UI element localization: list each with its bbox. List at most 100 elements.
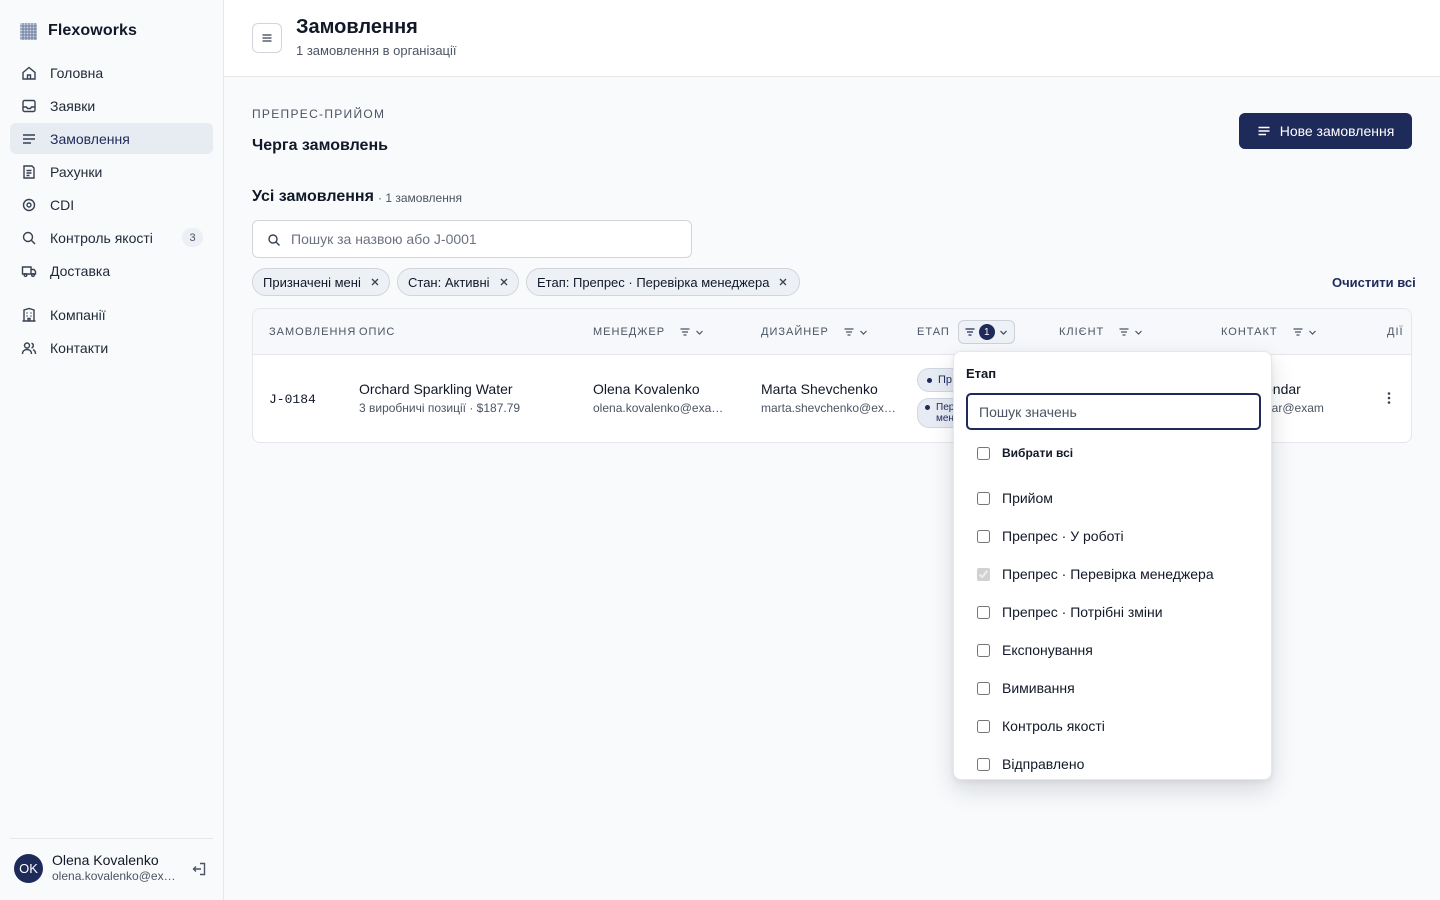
stage-filter-button[interactable]: 1 bbox=[957, 320, 1015, 344]
new-order-button[interactable]: Нове замовлення bbox=[1239, 113, 1412, 149]
popover-search-input[interactable] bbox=[966, 393, 1261, 430]
sidebar-item-delivery[interactable]: Доставка bbox=[10, 255, 213, 286]
page-title: Замовлення bbox=[296, 16, 418, 38]
sidebar-item-orders[interactable]: Замовлення bbox=[10, 123, 213, 154]
filter-count-badge: 1 bbox=[978, 324, 995, 340]
checkbox[interactable] bbox=[977, 719, 990, 733]
stage-option[interactable]: Препрес · У роботі bbox=[977, 528, 1124, 544]
sidebar-item-label: CDI bbox=[50, 196, 75, 213]
sidebar-item-label: Доставка bbox=[50, 262, 111, 279]
search-input[interactable] bbox=[291, 229, 681, 249]
toggle-sidebar-button[interactable] bbox=[252, 23, 282, 53]
chevron-down-icon[interactable] bbox=[1134, 328, 1143, 337]
filter-chip-assigned[interactable]: Призначені мені bbox=[252, 268, 390, 296]
designer-name: Marta Shevchenko bbox=[761, 381, 878, 397]
filter-icon[interactable] bbox=[843, 326, 855, 338]
chevron-down-icon[interactable] bbox=[859, 328, 868, 337]
building-icon bbox=[22, 307, 36, 322]
list-title: Усі замовлення bbox=[252, 188, 374, 205]
close-icon[interactable] bbox=[370, 277, 380, 287]
designer-cell: Marta Shevchenko marta.shevchenko@exampl… bbox=[761, 381, 901, 415]
stage-option[interactable]: Вимивання bbox=[977, 680, 1075, 696]
order-id[interactable]: J-0184 bbox=[269, 392, 316, 407]
chevron-down-icon[interactable] bbox=[695, 328, 704, 337]
search-field[interactable] bbox=[252, 220, 692, 258]
filter-chip-label: Призначені мені bbox=[263, 274, 361, 290]
sidebar-item-requests[interactable]: Заявки bbox=[10, 90, 213, 121]
popover-title: Етап bbox=[966, 366, 997, 381]
column-label: КЛІЄНТ bbox=[1059, 326, 1105, 338]
option-label: Препрес · Перевірка менеджера bbox=[1002, 566, 1214, 582]
sidebar: Flexoworks Головна Заявки Замовлення Рах… bbox=[0, 0, 224, 900]
column-contact[interactable]: КОНТАКТ bbox=[1221, 309, 1317, 355]
column-label: МЕНЕДЖЕР bbox=[593, 326, 666, 338]
sidebar-item-contacts[interactable]: Контакти bbox=[10, 332, 213, 363]
list-count: · 1 замовлення bbox=[378, 191, 462, 205]
close-icon[interactable] bbox=[499, 277, 509, 287]
option-label: Вимивання bbox=[1002, 680, 1075, 696]
sidebar-item-home[interactable]: Головна bbox=[10, 57, 213, 88]
checkbox[interactable] bbox=[977, 643, 990, 657]
clear-all-filters-link[interactable]: Очистити всі bbox=[1332, 275, 1416, 290]
filter-icon[interactable] bbox=[1118, 326, 1130, 338]
stage-option[interactable]: Експонування bbox=[977, 642, 1093, 658]
brand[interactable]: Flexoworks bbox=[20, 22, 137, 40]
order-title[interactable]: Orchard Sparkling Water bbox=[359, 381, 584, 397]
sidebar-item-label: Замовлення bbox=[50, 130, 130, 147]
column-stage[interactable]: ЕТАП 1 bbox=[917, 309, 1015, 355]
stage-option[interactable]: Відправлено bbox=[977, 756, 1084, 772]
stage-option[interactable]: Прийом bbox=[977, 490, 1053, 506]
count-badge: 3 bbox=[182, 228, 203, 247]
manager-cell: Olena Kovalenko olena.kovalenko@example.… bbox=[593, 381, 733, 415]
more-vertical-icon[interactable] bbox=[1381, 390, 1397, 406]
chevron-down-icon[interactable] bbox=[1308, 328, 1317, 337]
logout-icon[interactable] bbox=[191, 861, 207, 877]
close-icon[interactable] bbox=[778, 277, 788, 287]
search-icon bbox=[268, 234, 280, 246]
checkbox[interactable] bbox=[977, 605, 990, 619]
select-all-checkbox[interactable]: Вибрати всі bbox=[977, 446, 1073, 460]
sidebar-item-label: Компанії bbox=[50, 306, 106, 323]
sidebar-item-cdi[interactable]: CDI bbox=[10, 189, 213, 220]
checkbox[interactable] bbox=[977, 757, 990, 771]
filter-icon bbox=[965, 328, 975, 336]
option-label: Відправлено bbox=[1002, 756, 1085, 772]
checkbox[interactable] bbox=[977, 567, 990, 581]
stage-badge-label: Пр bbox=[938, 374, 953, 386]
invoice-icon bbox=[23, 164, 35, 179]
filter-icon[interactable] bbox=[1292, 326, 1304, 338]
users-icon bbox=[21, 341, 37, 354]
column-order[interactable]: ЗАМОВЛЕННЯ bbox=[269, 309, 356, 355]
order-description: Orchard Sparkling Water 3 виробничі пози… bbox=[359, 381, 584, 415]
user-email: olena.kovalenko@example.com bbox=[52, 869, 180, 883]
filter-icon[interactable] bbox=[679, 326, 691, 338]
sidebar-item-companies[interactable]: Компанії bbox=[10, 299, 213, 330]
user-name: Olena Kovalenko bbox=[52, 852, 159, 868]
sidebar-item-invoices[interactable]: Рахунки bbox=[10, 156, 213, 187]
checkbox[interactable] bbox=[977, 681, 990, 695]
sidebar-item-label: Головна bbox=[50, 64, 104, 81]
home-icon bbox=[22, 66, 36, 80]
column-description[interactable]: ОПИС bbox=[359, 309, 395, 355]
contact-name: ondar bbox=[1265, 381, 1301, 397]
inbox-icon bbox=[22, 99, 36, 112]
contact-email: dar@exam bbox=[1265, 401, 1324, 415]
checkbox[interactable] bbox=[977, 491, 990, 505]
column-client[interactable]: КЛІЄНТ bbox=[1059, 309, 1143, 355]
filter-chip-stage[interactable]: Етап: Препрес · Перевірка менеджера bbox=[526, 268, 800, 296]
checkbox[interactable] bbox=[977, 446, 990, 460]
checkbox[interactable] bbox=[977, 529, 990, 543]
stage-option[interactable]: Контроль якості bbox=[977, 718, 1105, 734]
sidebar-item-label: Рахунки bbox=[50, 163, 103, 180]
column-manager[interactable]: МЕНЕДЖЕР bbox=[593, 309, 704, 355]
sidebar-item-label: Контроль якості bbox=[50, 229, 153, 246]
stage-badge-label: мен bbox=[936, 413, 954, 424]
avatar[interactable]: OK bbox=[14, 854, 43, 883]
stage-option[interactable]: Препрес · Потрібні зміни bbox=[977, 604, 1163, 620]
column-designer[interactable]: ДИЗАЙНЕР bbox=[761, 309, 868, 355]
sidebar-item-quality-control[interactable]: Контроль якості 3 bbox=[10, 222, 213, 253]
column-label: КОНТАКТ bbox=[1221, 326, 1278, 338]
filter-chip-state[interactable]: Стан: Активні bbox=[397, 268, 519, 296]
menu-icon bbox=[262, 34, 272, 42]
stage-option[interactable]: Препрес · Перевірка менеджера bbox=[977, 566, 1214, 582]
